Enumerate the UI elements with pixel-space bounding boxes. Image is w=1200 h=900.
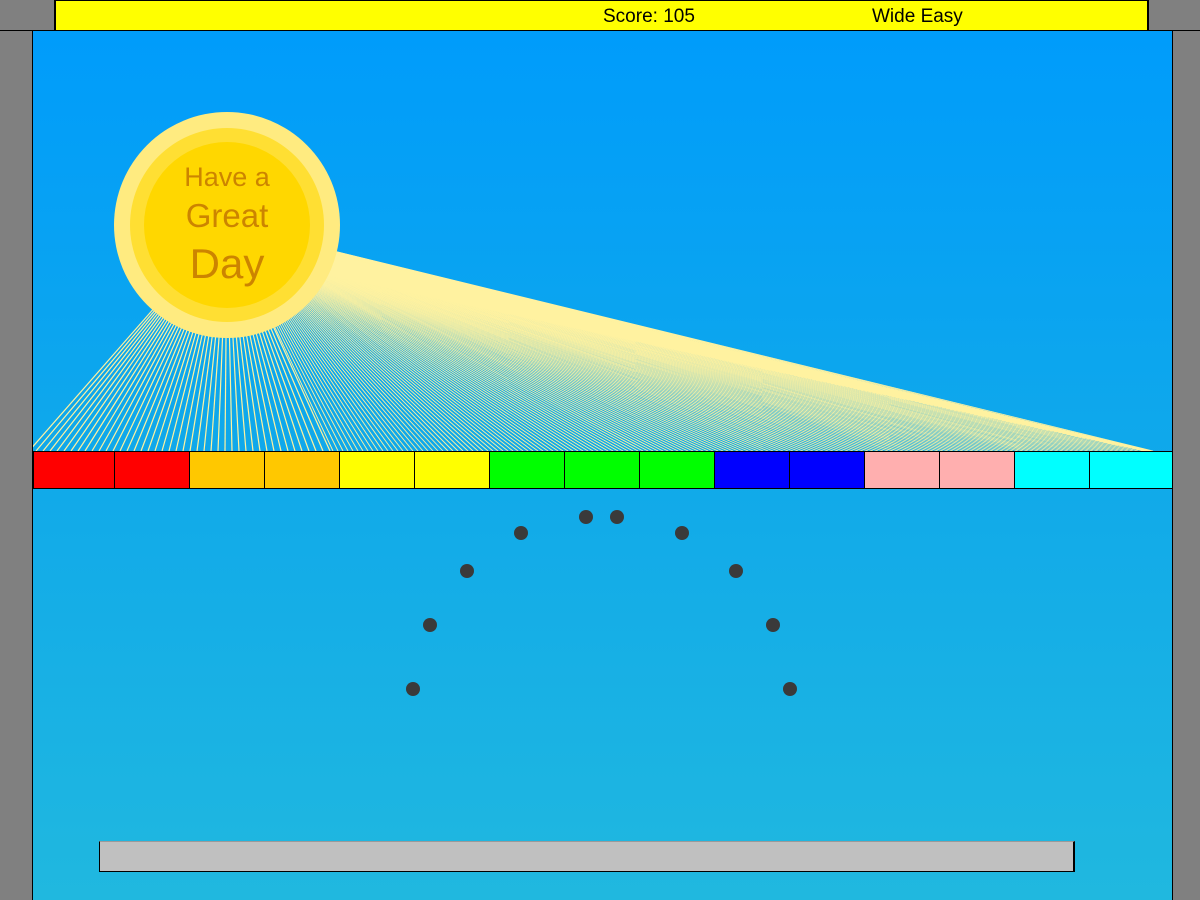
brick-row <box>33 451 1172 489</box>
brick <box>714 451 790 489</box>
brick <box>414 451 490 489</box>
hud-corner-left <box>0 0 55 31</box>
brick <box>264 451 340 489</box>
brick <box>114 451 190 489</box>
brick <box>339 451 415 489</box>
hud-corner-right <box>1148 0 1200 31</box>
paddle[interactable] <box>99 841 1075 872</box>
right-wall <box>1172 31 1200 900</box>
playfield[interactable]: Have a Great Day <box>33 31 1172 900</box>
hud-bar: Score: 105 Wide Easy <box>55 0 1148 31</box>
ball <box>729 564 743 578</box>
ball <box>579 510 593 524</box>
left-wall <box>0 31 33 900</box>
ball <box>460 564 474 578</box>
ball <box>423 618 437 632</box>
brick <box>864 451 940 489</box>
sun-message-line-1: Have a <box>184 162 270 192</box>
ball <box>406 682 420 696</box>
brick <box>489 451 565 489</box>
brick <box>939 451 1015 489</box>
brick <box>639 451 715 489</box>
game-window: Score: 105 Wide Easy Have a Great Day <box>0 0 1200 900</box>
score-display: Score: 105 <box>603 6 695 27</box>
brick <box>189 451 265 489</box>
ball <box>514 526 528 540</box>
game-mode-display: Wide Easy <box>872 6 963 27</box>
brick <box>1089 451 1172 489</box>
ball <box>783 682 797 696</box>
ball <box>675 526 689 540</box>
sun-message-line-3: Day <box>189 240 265 287</box>
brick <box>789 451 865 489</box>
brick <box>564 451 640 489</box>
sun-message-line-2: Great <box>185 197 269 234</box>
ball <box>610 510 624 524</box>
sun-message: Have a Great Day <box>119 161 335 289</box>
brick <box>33 451 115 489</box>
brick <box>1014 451 1090 489</box>
ball <box>766 618 780 632</box>
